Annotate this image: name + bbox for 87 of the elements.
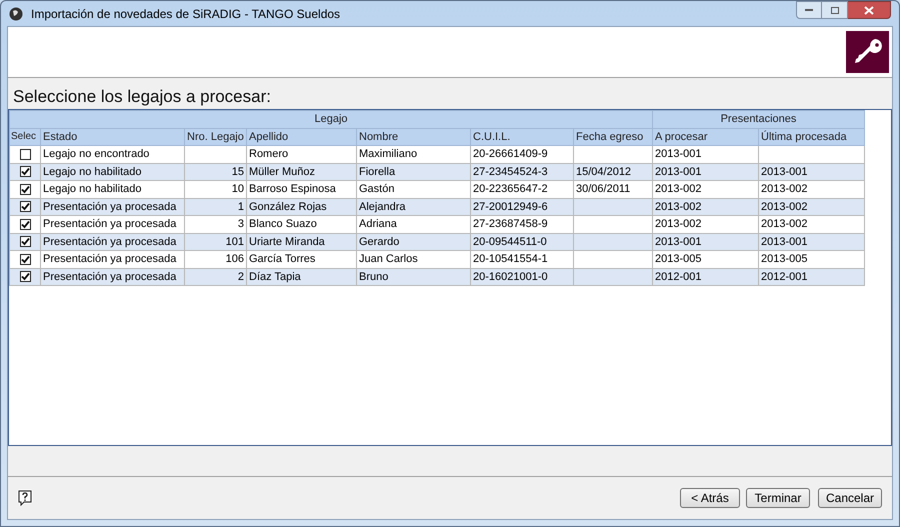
table-cell: Presentación ya procesada — [43, 236, 176, 248]
wizard-button[interactable]: < Atrás — [680, 488, 740, 508]
table-cell: 2013-005 — [655, 253, 702, 265]
maximize-button[interactable] — [822, 1, 848, 19]
table-cell: Presentación ya procesada — [43, 200, 176, 212]
table-cell: 2 — [238, 270, 244, 282]
app-icon — [9, 6, 23, 20]
table-cell: 20-16021001-0 — [473, 270, 548, 282]
checkbox[interactable] — [20, 254, 30, 265]
table-cell: 15/04/2012 — [576, 166, 632, 178]
checkbox[interactable] — [20, 218, 30, 230]
table-cell: Fiorella — [359, 166, 396, 178]
close-button[interactable] — [848, 1, 891, 19]
column-header[interactable]: Apellido — [246, 128, 356, 146]
table-cell: García Torres — [249, 253, 316, 265]
checkbox[interactable] — [20, 148, 30, 160]
window-title: Importación de novedades de SiRADIG - TANGO Sueldos — [31, 6, 340, 22]
help-icon[interactable] — [18, 490, 32, 506]
table-cell: 2013-002 — [655, 200, 702, 212]
checkbox[interactable] — [20, 201, 30, 212]
table-cell: 27-20012949-6 — [473, 200, 548, 212]
column-header[interactable]: Última procesada — [758, 128, 864, 146]
table-cell: 2012-001 — [655, 270, 702, 282]
table-cell: 2013-002 — [761, 183, 808, 195]
column-header[interactable]: Estado — [40, 128, 184, 146]
table-cell: 106 — [226, 253, 244, 265]
table-cell: 20-10541554-1 — [473, 253, 548, 265]
table-cell: 30/06/2011 — [576, 183, 630, 195]
table-cell: 2013-001 — [655, 166, 702, 178]
table-cell: Juan Carlos — [359, 253, 418, 265]
checkbox[interactable] — [20, 236, 30, 248]
table-cell: Legajo no habilitado — [43, 166, 142, 178]
checkbox[interactable] — [20, 271, 30, 282]
group-header: Legajo — [10, 110, 652, 128]
table-cell: Alejandra — [359, 200, 406, 212]
wizard-button[interactable]: Terminar — [746, 488, 810, 508]
checkbox[interactable] — [20, 166, 30, 178]
table-cell: Presentación ya procesada — [43, 270, 176, 282]
table-cell: Maximiliano — [359, 148, 418, 160]
table-cell: 2013-001 — [655, 148, 702, 160]
table-cell: Blanco Suazo — [249, 218, 317, 230]
table-cell: Presentación ya procesada — [43, 253, 176, 265]
column-header[interactable]: Nombre — [356, 128, 470, 146]
instruction-text: Seleccione los legajos a procesar: — [12, 86, 272, 108]
table-cell: Müller Muñoz — [249, 166, 316, 178]
table-cell: Presentación ya procesada — [43, 218, 176, 230]
column-header[interactable]: C.U.I.L. — [470, 128, 574, 146]
table-cell: 2013-002 — [761, 200, 808, 212]
table-cell: 2013-001 — [655, 236, 702, 248]
table-cell: González Rojas — [249, 200, 327, 212]
table-cell: Adriana — [359, 218, 397, 230]
table-cell: Uriarte Miranda — [249, 236, 325, 248]
table-cell: Díaz Tapia — [249, 270, 301, 282]
column-header[interactable]: A procesar — [652, 128, 758, 146]
table-cell: Romero — [249, 148, 288, 160]
table-cell: 20-26661409-9 — [473, 148, 548, 160]
table-cell: 2012-001 — [761, 270, 808, 282]
table-cell: 10 — [232, 183, 244, 195]
column-header[interactable]: Fecha egreso — [574, 128, 652, 146]
table-cell: Gastón — [359, 183, 394, 195]
table-cell: 101 — [226, 236, 244, 248]
table-cell: 3 — [238, 218, 244, 230]
table-cell: Gerardo — [359, 236, 400, 248]
table-cell: 2013-002 — [655, 183, 702, 195]
group-header: Presentaciones — [652, 110, 864, 128]
table-cell: 27-23454524-3 — [473, 166, 548, 178]
table-cell: 2013-001 — [761, 236, 808, 248]
key-icon — [846, 31, 889, 73]
table-cell: Legajo no habilitado — [43, 183, 142, 195]
table-cell: 27-23687458-9 — [473, 218, 548, 230]
table-cell: Barroso Espinosa — [249, 183, 336, 195]
table-cell: 15 — [232, 166, 244, 178]
table-cell: 20-09544511-0 — [473, 236, 547, 248]
wizard-button[interactable]: Cancelar — [818, 488, 882, 508]
table-cell: Bruno — [359, 270, 388, 282]
table-cell: 2013-005 — [761, 253, 808, 265]
column-header[interactable]: Selec — [10, 128, 40, 146]
table-cell: 2013-001 — [761, 166, 808, 178]
close-icon — [864, 6, 874, 14]
table-cell: Legajo no encontrado — [43, 148, 150, 160]
table-cell: 1 — [238, 200, 244, 212]
checkbox[interactable] — [20, 184, 30, 195]
table-cell: 2013-002 — [761, 218, 808, 230]
column-header[interactable]: Nro. Legajo — [184, 128, 246, 146]
table-cell: 20-22365647-2 — [473, 183, 548, 195]
table-cell: 2013-002 — [655, 218, 702, 230]
minimize-button[interactable] — [796, 1, 822, 19]
